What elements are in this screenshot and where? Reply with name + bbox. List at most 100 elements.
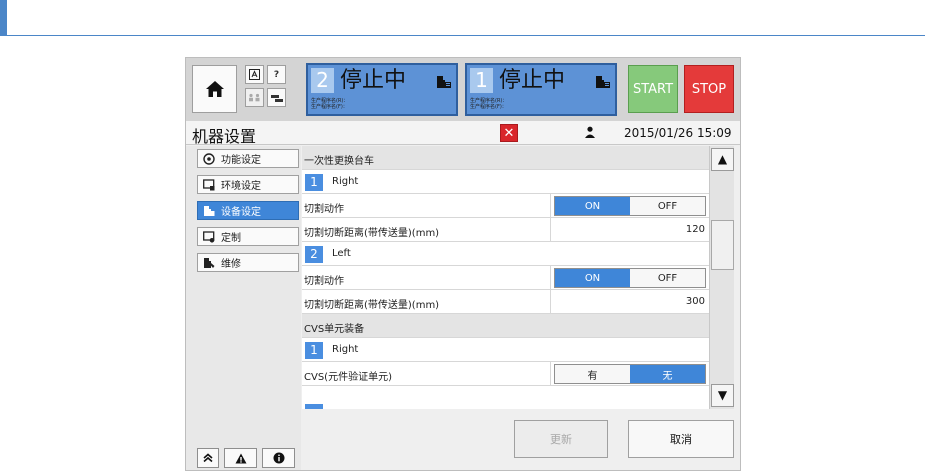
setting-row-cut-action: 切割动作 ON OFF bbox=[302, 266, 709, 290]
warning-button[interactable] bbox=[224, 448, 257, 468]
operator-icon bbox=[249, 93, 260, 102]
arrow-up-icon: ▲ bbox=[717, 152, 728, 166]
manual-icon bbox=[249, 69, 260, 80]
environment-settings-icon bbox=[203, 178, 215, 190]
help-label: ? bbox=[273, 69, 280, 80]
lane-row: 2 Left bbox=[302, 242, 709, 266]
toggle-on-option[interactable]: ON bbox=[555, 197, 630, 215]
home-icon bbox=[205, 81, 224, 97]
cut-distance-value[interactable]: 120 bbox=[550, 218, 709, 242]
lane-name: Right bbox=[332, 344, 359, 355]
lane-badge: 1 bbox=[305, 174, 323, 191]
collapse-button[interactable] bbox=[197, 448, 219, 468]
stop-button[interactable]: STOP bbox=[684, 65, 734, 113]
arrow-down-icon: ▼ bbox=[717, 388, 728, 402]
toggle-on-option[interactable]: ON bbox=[555, 269, 630, 287]
section-label: CVS单元装备 bbox=[304, 324, 365, 335]
cancel-button[interactable]: 取消 bbox=[628, 420, 734, 458]
setting-row-cut-distance: 切割切断距离(带传送量)(mm) 120 bbox=[302, 218, 709, 242]
title-row: 机器设置 ✕ 2015/01/26 15:09 bbox=[186, 121, 740, 146]
sidebar-item-maintenance[interactable]: 维修 bbox=[197, 253, 299, 272]
manual-button[interactable] bbox=[245, 65, 264, 84]
home-button[interactable] bbox=[192, 65, 237, 113]
operator-button[interactable] bbox=[245, 88, 264, 107]
lane-state: 停止中 bbox=[499, 68, 566, 93]
setting-label: 切割切断距离(带传送量)(mm) bbox=[304, 228, 440, 239]
setting-label: CVS(元件验证单元) bbox=[304, 372, 392, 383]
lane-name: Left bbox=[332, 248, 351, 259]
customize-icon bbox=[203, 230, 215, 243]
function-settings-icon bbox=[203, 152, 215, 165]
start-button[interactable]: START bbox=[628, 65, 678, 113]
page-header-bar bbox=[0, 0, 925, 36]
setting-label: 切割动作 bbox=[304, 204, 344, 215]
sidebar-item-label: 功能设定 bbox=[221, 155, 261, 166]
list-scrollbar[interactable]: ▲ ▼ bbox=[709, 146, 734, 409]
equipment-settings-icon bbox=[204, 205, 215, 216]
lane-1-status-panel[interactable]: 1 停止中 生产程序名(R)： 生产程序名(F)： bbox=[465, 63, 617, 116]
partial-row bbox=[302, 386, 709, 409]
lane-number: 2 bbox=[311, 68, 334, 93]
lane-badge: 2 bbox=[305, 246, 323, 263]
close-button[interactable]: ✕ bbox=[500, 124, 518, 142]
section-header: 一次性更换台车 bbox=[302, 146, 709, 170]
program-name-front: 生产程序名(F)： bbox=[311, 104, 348, 110]
sidebar-item-equipment-settings[interactable]: 设备设定 bbox=[197, 201, 299, 220]
toggle-off-option[interactable]: OFF bbox=[630, 197, 705, 215]
cut-action-toggle: ON OFF bbox=[554, 196, 706, 216]
sidebar-item-label: 定制 bbox=[221, 233, 241, 244]
page-divider bbox=[0, 35, 925, 36]
feeder-cart-icon bbox=[596, 76, 610, 88]
maintenance-icon bbox=[204, 257, 215, 268]
sidebar-item-label: 设备设定 bbox=[221, 207, 261, 218]
page-accent-strip bbox=[0, 0, 7, 36]
collapse-icon bbox=[203, 453, 213, 463]
sidebar-item-customize[interactable]: 定制 bbox=[197, 227, 299, 246]
sidebar-item-environment-settings[interactable]: 环境设定 bbox=[197, 175, 299, 194]
toggle-off-option[interactable]: OFF bbox=[630, 269, 705, 287]
network-button[interactable] bbox=[267, 88, 286, 107]
scroll-up-button[interactable]: ▲ bbox=[711, 148, 734, 171]
toggle-yes-option[interactable]: 有 bbox=[555, 365, 630, 383]
setting-row-cut-action: 切割动作 ON OFF bbox=[302, 194, 709, 218]
sidebar-item-function-settings[interactable]: 功能设定 bbox=[197, 149, 299, 168]
info-icon bbox=[273, 452, 284, 464]
user-icon bbox=[585, 126, 595, 138]
machine-settings-window: ? 2 停止中 生产程序名(R)： 生产程序名(F)： 1 停止中 生产程序名(… bbox=[185, 57, 741, 471]
program-names: 生产程序名(R)： 生产程序名(F)： bbox=[470, 98, 507, 110]
top-status-bar: ? 2 停止中 生产程序名(R)： 生产程序名(F)： 1 停止中 生产程序名(… bbox=[186, 58, 740, 121]
sidebar-item-label: 维修 bbox=[221, 259, 241, 270]
help-button[interactable]: ? bbox=[267, 65, 286, 84]
network-icon bbox=[270, 94, 283, 102]
lane-badge: 1 bbox=[305, 342, 323, 359]
info-button[interactable] bbox=[262, 448, 295, 468]
lane-state: 停止中 bbox=[340, 68, 407, 93]
program-names: 生产程序名(R)： 生产程序名(F)： bbox=[311, 98, 348, 110]
cut-action-toggle: ON OFF bbox=[554, 268, 706, 288]
section-header: CVS单元装备 bbox=[302, 314, 709, 338]
scroll-down-button[interactable]: ▼ bbox=[711, 384, 734, 407]
lane-row: 1 Right bbox=[302, 170, 709, 194]
setting-label: 切割动作 bbox=[304, 276, 344, 287]
setting-row-cvs: CVS(元件验证单元) 有 无 bbox=[302, 362, 709, 386]
setting-label: 切割切断距离(带传送量)(mm) bbox=[304, 300, 440, 311]
lane-row: 1 Right bbox=[302, 338, 709, 362]
scroll-thumb[interactable] bbox=[711, 220, 734, 270]
cvs-toggle: 有 无 bbox=[554, 364, 706, 384]
warning-icon bbox=[235, 453, 246, 463]
toggle-no-option[interactable]: 无 bbox=[630, 365, 705, 383]
datetime-display: 2015/01/26 15:09 bbox=[624, 126, 732, 140]
feeder-cart-icon bbox=[437, 76, 451, 88]
sidebar-item-label: 环境设定 bbox=[221, 181, 261, 192]
lane-2-status-panel[interactable]: 2 停止中 生产程序名(R)： 生产程序名(F)： bbox=[306, 63, 458, 116]
settings-list: 一次性更换台车 1 Right 切割动作 ON OFF 切割切断距离(带传送量)… bbox=[302, 146, 709, 409]
close-icon: ✕ bbox=[503, 126, 515, 141]
setting-row-cut-distance: 切割切断距离(带传送量)(mm) 300 bbox=[302, 290, 709, 314]
page-title: 机器设置 bbox=[192, 127, 257, 146]
lane-number: 1 bbox=[470, 68, 493, 93]
update-button[interactable]: 更新 bbox=[514, 420, 608, 458]
lane-badge-partial bbox=[305, 404, 323, 409]
cut-distance-value[interactable]: 300 bbox=[550, 290, 709, 314]
settings-sidebar: 功能设定 环境设定 设备设定 定制 维修 bbox=[186, 146, 301, 470]
program-name-front: 生产程序名(F)： bbox=[470, 104, 507, 110]
